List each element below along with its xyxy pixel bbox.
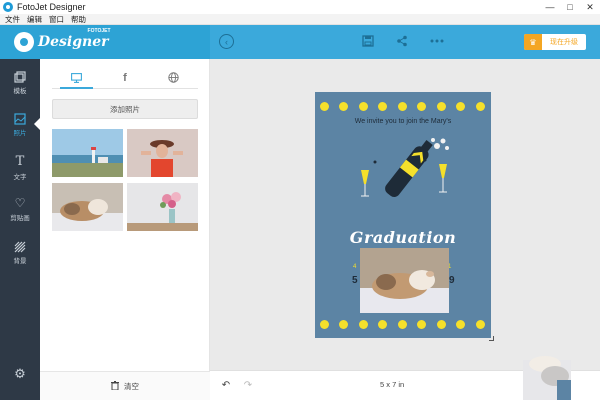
- champagne-illustration[interactable]: [355, 132, 455, 214]
- brand-sub: FOTOJET: [87, 28, 111, 34]
- trash-icon: [111, 380, 119, 392]
- redo-icon: ↷: [243, 379, 253, 391]
- undo-button[interactable]: ↶: [220, 379, 232, 391]
- decor-dot: [417, 102, 426, 111]
- gear-icon: ⚙: [14, 366, 26, 381]
- globe-icon: [168, 72, 179, 83]
- add-photo-button[interactable]: 添加照片: [52, 99, 198, 119]
- tab-web[interactable]: [149, 67, 198, 88]
- template-icon: [14, 71, 26, 83]
- upgrade-label: 现在升级: [550, 39, 578, 46]
- brand-name-text: Designer: [38, 34, 109, 50]
- share-icon[interactable]: [395, 34, 409, 48]
- invite-text[interactable]: We invite you to join the Mary's: [315, 118, 491, 125]
- decor-dot: [378, 102, 387, 111]
- card-number-left: 5: [352, 275, 358, 286]
- window-title: FotoJet Designer: [17, 2, 86, 12]
- sidebar-item-label: 剪贴画: [10, 215, 30, 222]
- design-canvas-area: We invite you to join the Mary's Graduat…: [210, 59, 600, 370]
- menu-window[interactable]: 窗口: [49, 14, 64, 25]
- decor-dot: [456, 102, 465, 111]
- sidebar-item-clipart[interactable]: ♡ 剪贴画: [0, 189, 40, 229]
- decor-dot: [320, 102, 329, 111]
- photo-thumbnail-woman[interactable]: [127, 129, 198, 177]
- undo-icon: ↶: [221, 379, 231, 391]
- photo-thumbnail-lighthouse[interactable]: [52, 129, 123, 177]
- decor-dot: [320, 320, 329, 329]
- sidebar-item-background[interactable]: 背景: [0, 233, 40, 273]
- window-controls: — □ ✕: [540, 0, 600, 14]
- left-sidebar: 模板 照片 T 文字 ♡ 剪贴画 背景 ⚙: [0, 59, 40, 400]
- menu-bar: 文件 编辑 窗口 帮助: [0, 14, 600, 25]
- minimize-button[interactable]: —: [540, 0, 560, 14]
- card-number-right: 9: [449, 275, 455, 286]
- text-icon: T: [15, 153, 25, 169]
- decor-dot: [437, 102, 446, 111]
- graduation-headline[interactable]: Graduation: [315, 228, 491, 247]
- sidebar-item-text[interactable]: T 文字: [0, 147, 40, 187]
- sidebar-item-label: 背景: [13, 258, 27, 265]
- decor-dot: [437, 320, 446, 329]
- clear-label: 清空: [124, 381, 139, 391]
- photo-thumbnail-flowers[interactable]: [127, 183, 198, 231]
- card-cat-photo[interactable]: [360, 248, 449, 313]
- decor-dot: [456, 320, 465, 329]
- menu-help[interactable]: 帮助: [71, 14, 86, 25]
- crown-icon: ♛: [524, 34, 542, 50]
- fotojet-logo-icon: [14, 32, 34, 52]
- menu-file[interactable]: 文件: [5, 14, 20, 25]
- decor-dot: [476, 320, 485, 329]
- heart-icon: ♡: [14, 196, 26, 210]
- tab-facebook[interactable]: f: [101, 67, 150, 88]
- app-logo-icon: [3, 2, 13, 12]
- menu-edit[interactable]: 编辑: [27, 14, 42, 25]
- clear-button[interactable]: 清空: [40, 371, 210, 400]
- photo-icon: [14, 113, 26, 125]
- decor-dot: [398, 102, 407, 111]
- decor-dot: [378, 320, 387, 329]
- more-icon[interactable]: [430, 34, 444, 48]
- photo-thumbnail-cat[interactable]: [52, 183, 123, 231]
- app-header: Designer FOTOJET ‹ ♛ 现在升级: [0, 25, 600, 59]
- monitor-icon: [70, 72, 82, 83]
- close-button[interactable]: ✕: [580, 0, 600, 14]
- canvas-size-label: 5 x 7 in: [380, 380, 405, 389]
- save-icon[interactable]: [361, 34, 375, 48]
- decor-dot: [398, 320, 407, 329]
- brand: Designer FOTOJET: [0, 25, 210, 59]
- photo-panel: f 添加照片 清空: [40, 59, 210, 400]
- tab-computer[interactable]: [52, 67, 101, 89]
- sidebar-item-label: 文字: [13, 173, 27, 181]
- decor-dot: [339, 320, 348, 329]
- decor-dot: [359, 320, 368, 329]
- resize-handle[interactable]: [489, 336, 494, 341]
- dragged-photo-fragment: [523, 356, 571, 400]
- window-titlebar: FotoJet Designer — □ ✕: [0, 0, 600, 14]
- decor-dot: [339, 102, 348, 111]
- redo-button[interactable]: ↷: [242, 379, 254, 391]
- facebook-icon: f: [123, 71, 127, 84]
- decor-dot: [476, 102, 485, 111]
- chevron-left-icon: ‹: [225, 36, 228, 47]
- upgrade-button[interactable]: ♛ 现在升级: [524, 34, 586, 50]
- graduation-card[interactable]: We invite you to join the Mary's Graduat…: [315, 92, 491, 338]
- sidebar-item-label: 照片: [13, 130, 27, 137]
- decor-dot: [417, 320, 426, 329]
- back-button[interactable]: ‹: [219, 34, 234, 49]
- sidebar-item-label: 模板: [13, 88, 27, 95]
- source-tabs: f: [52, 67, 198, 89]
- sidebar-item-template[interactable]: 模板: [0, 63, 40, 103]
- maximize-button[interactable]: □: [560, 0, 580, 14]
- decor-dot: [359, 102, 368, 111]
- background-icon: [14, 241, 26, 253]
- brand-name: Designer FOTOJET: [38, 28, 111, 50]
- card-small-left: 4: [353, 264, 357, 270]
- settings-button[interactable]: ⚙: [0, 354, 40, 394]
